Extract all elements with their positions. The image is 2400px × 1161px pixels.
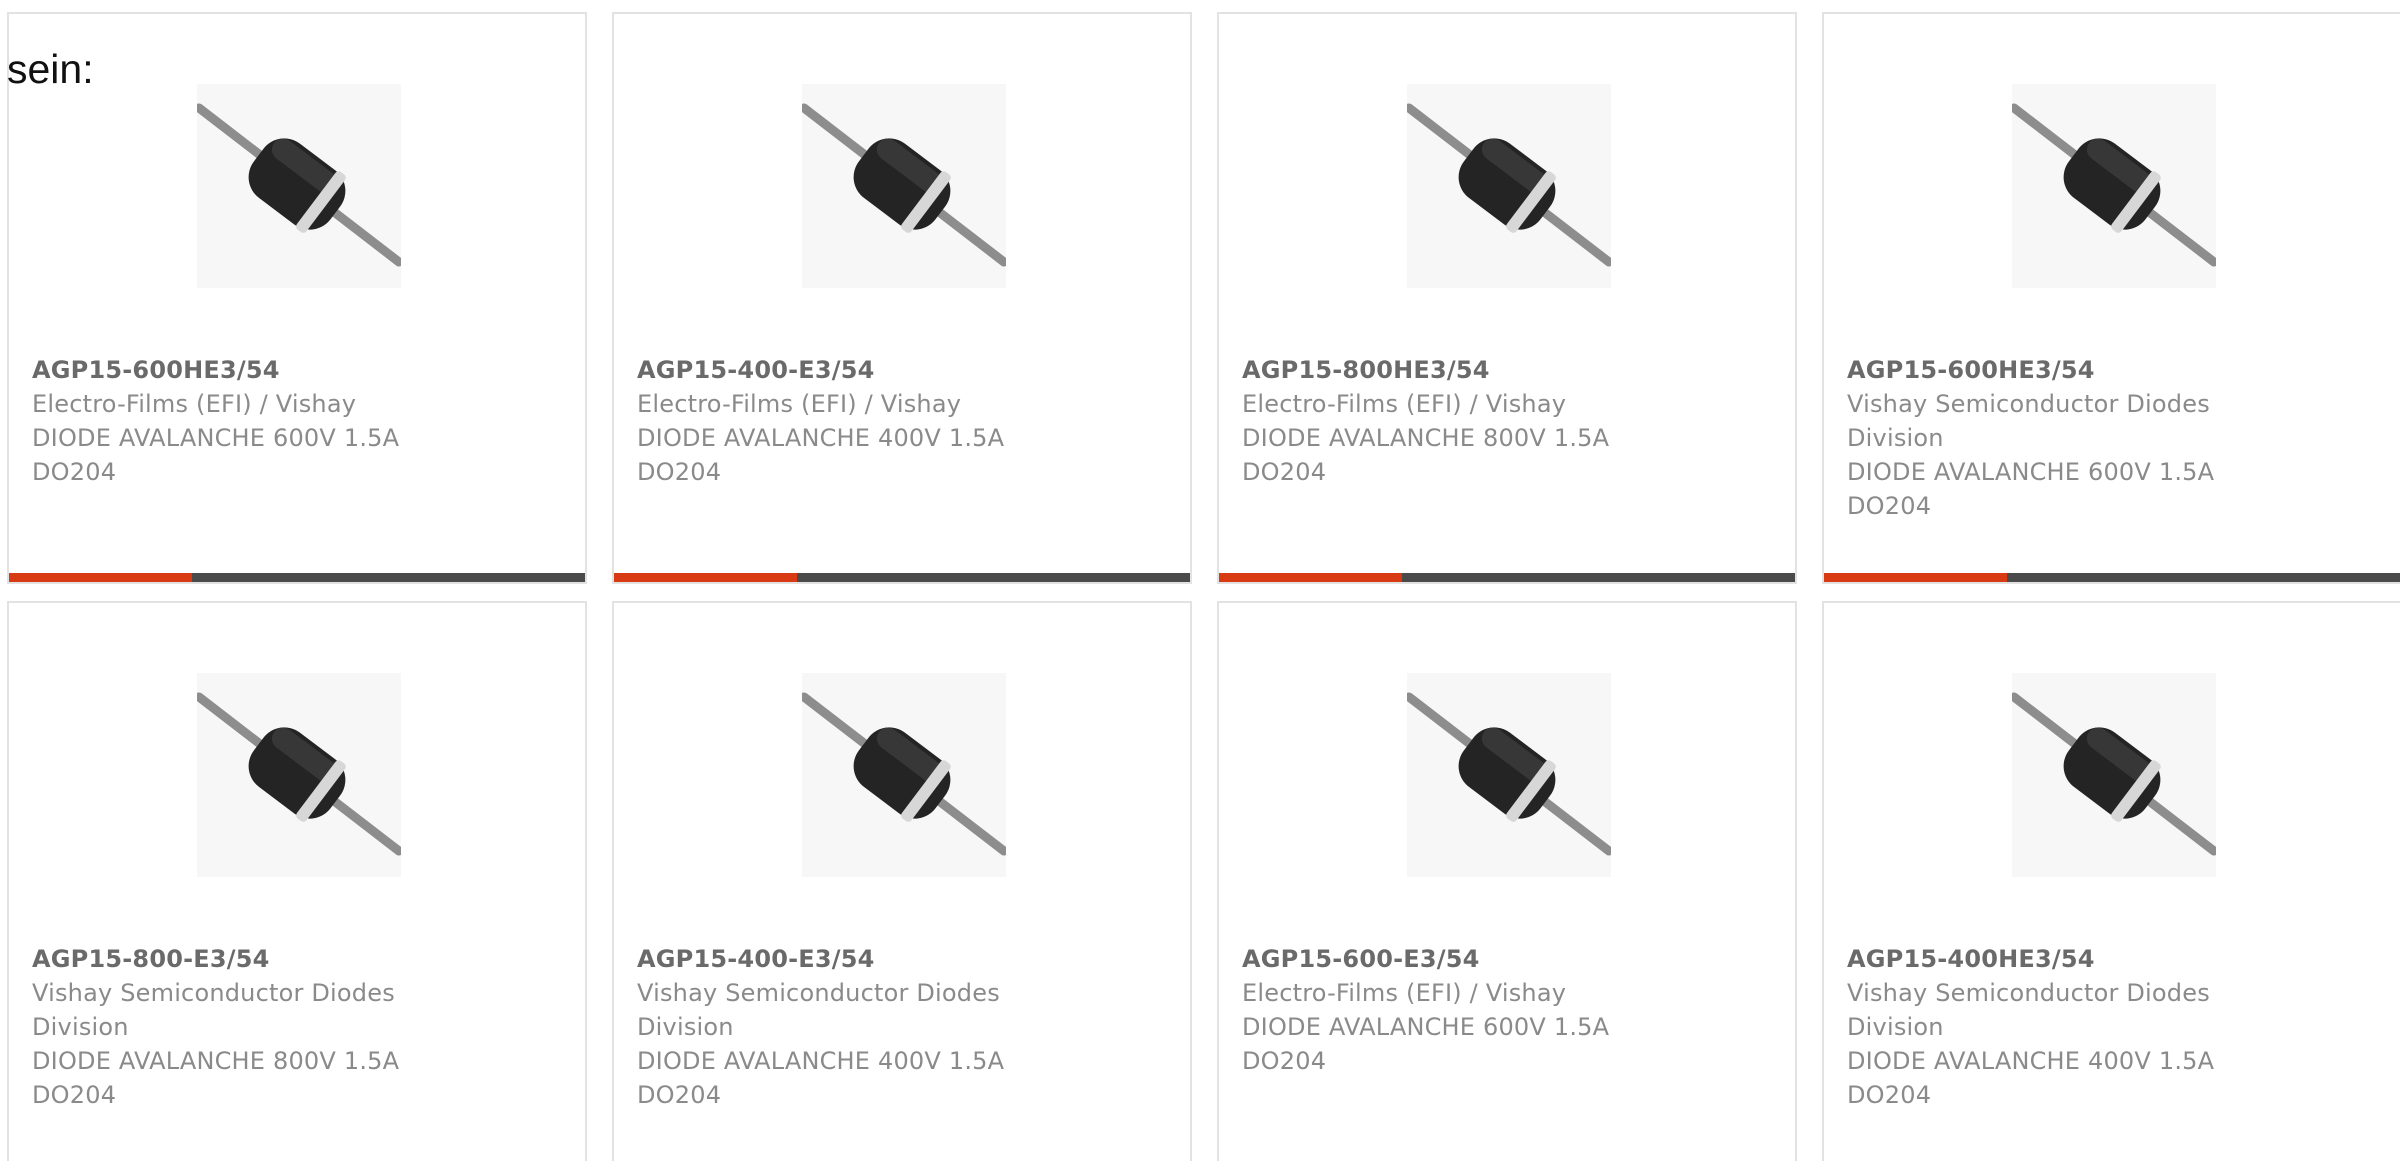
product-grid-page: sein: AGP15-600HE3/54 Electro-Films (EFI… bbox=[0, 0, 2400, 1161]
card-progress-fill bbox=[1219, 573, 1403, 582]
part-number[interactable]: AGP15-600-E3/54 bbox=[1242, 942, 1652, 976]
card-progress-fill bbox=[614, 573, 798, 582]
manufacturer: Electro-Films (EFI) / Vishay bbox=[1242, 390, 1567, 418]
card-progress-bar bbox=[614, 573, 1190, 582]
card-progress-bar bbox=[9, 573, 585, 582]
axial-diode-icon bbox=[197, 673, 401, 877]
manufacturer: Vishay Semiconductor Diodes Division bbox=[1847, 390, 2210, 452]
description: DIODE AVALANCHE 600V 1.5A DO204 bbox=[1847, 458, 2215, 520]
axial-diode-icon bbox=[1407, 673, 1611, 877]
part-number[interactable]: AGP15-600HE3/54 bbox=[1847, 353, 2257, 387]
product-info: AGP15-400HE3/54 Vishay Semiconductor Dio… bbox=[1847, 942, 2257, 1112]
intro-text: sein: bbox=[7, 46, 94, 92]
product-info: AGP15-600HE3/54 Electro-Films (EFI) / Vi… bbox=[32, 353, 442, 489]
manufacturer: Electro-Films (EFI) / Vishay bbox=[637, 390, 962, 418]
axial-diode-icon bbox=[802, 84, 1006, 288]
product-card[interactable]: AGP15-600HE3/54 Electro-Films (EFI) / Vi… bbox=[7, 12, 587, 584]
product-card[interactable]: AGP15-800HE3/54 Electro-Films (EFI) / Vi… bbox=[1217, 12, 1797, 584]
description: DIODE AVALANCHE 400V 1.5A DO204 bbox=[1847, 1047, 2215, 1109]
part-number[interactable]: AGP15-800HE3/54 bbox=[1242, 353, 1652, 387]
part-number[interactable]: AGP15-400HE3/54 bbox=[1847, 942, 2257, 976]
product-info: AGP15-400-E3/54 Vishay Semiconductor Dio… bbox=[637, 942, 1047, 1112]
axial-diode-icon bbox=[2012, 673, 2216, 877]
manufacturer: Vishay Semiconductor Diodes Division bbox=[32, 979, 395, 1041]
card-progress-fill bbox=[9, 573, 193, 582]
part-number[interactable]: AGP15-400-E3/54 bbox=[637, 942, 1047, 976]
card-progress-bar bbox=[1219, 573, 1795, 582]
card-progress-fill bbox=[1824, 573, 2008, 582]
manufacturer: Electro-Films (EFI) / Vishay bbox=[1242, 979, 1567, 1007]
manufacturer: Vishay Semiconductor Diodes Division bbox=[1847, 979, 2210, 1041]
product-info: AGP15-800-E3/54 Vishay Semiconductor Dio… bbox=[32, 942, 442, 1112]
description: DIODE AVALANCHE 400V 1.5A DO204 bbox=[637, 424, 1005, 486]
description: DIODE AVALANCHE 800V 1.5A DO204 bbox=[32, 1047, 400, 1109]
axial-diode-icon bbox=[802, 673, 1006, 877]
axial-diode-icon bbox=[1407, 84, 1611, 288]
manufacturer: Vishay Semiconductor Diodes Division bbox=[637, 979, 1000, 1041]
card-progress-bar bbox=[1824, 573, 2400, 582]
axial-diode-icon bbox=[2012, 84, 2216, 288]
product-info: AGP15-600-E3/54 Electro-Films (EFI) / Vi… bbox=[1242, 942, 1652, 1078]
description: DIODE AVALANCHE 400V 1.5A DO204 bbox=[637, 1047, 1005, 1109]
product-card[interactable]: AGP15-400-E3/54 Electro-Films (EFI) / Vi… bbox=[612, 12, 1192, 584]
product-info: AGP15-800HE3/54 Electro-Films (EFI) / Vi… bbox=[1242, 353, 1652, 489]
product-card[interactable]: AGP15-600HE3/54 Vishay Semiconductor Dio… bbox=[1822, 12, 2400, 584]
product-card[interactable]: AGP15-400HE3/54 Vishay Semiconductor Dio… bbox=[1822, 601, 2400, 1161]
description: DIODE AVALANCHE 800V 1.5A DO204 bbox=[1242, 424, 1610, 486]
axial-diode-icon bbox=[197, 84, 401, 288]
product-card[interactable]: AGP15-800-E3/54 Vishay Semiconductor Dio… bbox=[7, 601, 587, 1161]
product-card[interactable]: AGP15-600-E3/54 Electro-Films (EFI) / Vi… bbox=[1217, 601, 1797, 1161]
manufacturer: Electro-Films (EFI) / Vishay bbox=[32, 390, 357, 418]
part-number[interactable]: AGP15-400-E3/54 bbox=[637, 353, 1047, 387]
product-card[interactable]: AGP15-400-E3/54 Vishay Semiconductor Dio… bbox=[612, 601, 1192, 1161]
product-info: AGP15-600HE3/54 Vishay Semiconductor Dio… bbox=[1847, 353, 2257, 523]
description: DIODE AVALANCHE 600V 1.5A DO204 bbox=[1242, 1013, 1610, 1075]
description: DIODE AVALANCHE 600V 1.5A DO204 bbox=[32, 424, 400, 486]
product-card-grid: AGP15-600HE3/54 Electro-Films (EFI) / Vi… bbox=[7, 12, 2400, 1161]
part-number[interactable]: AGP15-600HE3/54 bbox=[32, 353, 442, 387]
part-number[interactable]: AGP15-800-E3/54 bbox=[32, 942, 442, 976]
product-info: AGP15-400-E3/54 Electro-Films (EFI) / Vi… bbox=[637, 353, 1047, 489]
